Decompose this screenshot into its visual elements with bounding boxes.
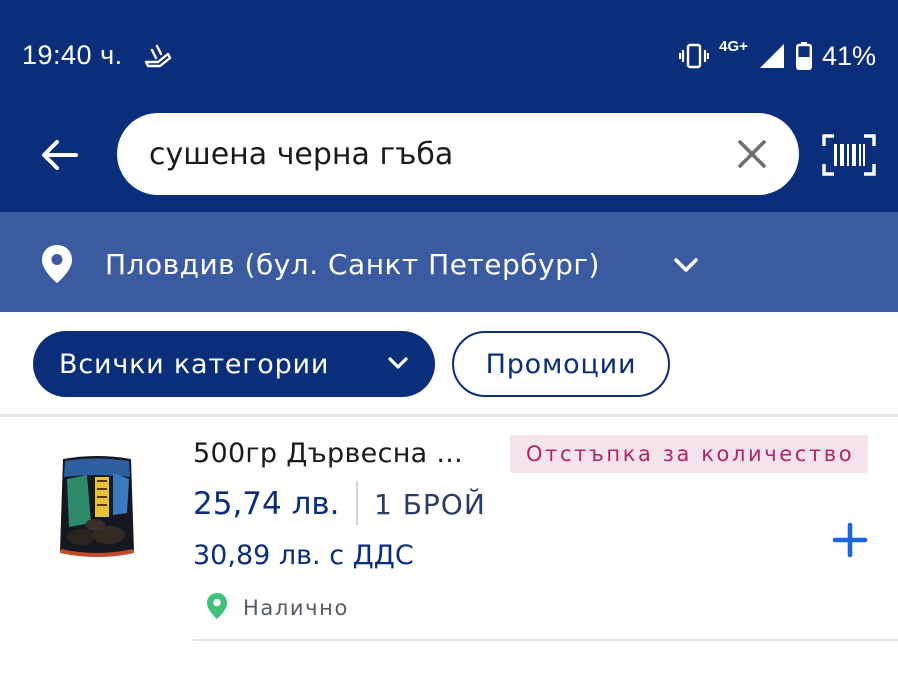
product-price-with-vat: 30,89 лв. с ДДС bbox=[193, 540, 414, 571]
availability-status: Налично bbox=[243, 596, 349, 620]
add-to-cart-button[interactable] bbox=[828, 518, 872, 562]
status-bar: 19:40 ч. 4G+ 41% bbox=[0, 0, 898, 110]
plus-icon bbox=[832, 522, 868, 558]
product-price: 25,74 лв. bbox=[193, 486, 340, 522]
arrow-left-icon bbox=[42, 140, 78, 170]
promotions-label: Промоции bbox=[485, 348, 637, 380]
quantity-discount-badge: Отстъпка за количество bbox=[510, 435, 869, 473]
signal-icon bbox=[759, 44, 784, 68]
store-location-bar[interactable]: Пловдив (бул. Санкт Петербург) bbox=[0, 212, 898, 312]
battery-icon bbox=[795, 42, 812, 70]
product-unit: 1 БРОЙ bbox=[374, 488, 486, 521]
product-name[interactable]: 500гр Дървесна ... bbox=[193, 438, 463, 469]
store-location-label: Пловдив (бул. Санкт Петербург) bbox=[105, 248, 600, 281]
battery-percent: 41% bbox=[821, 40, 876, 71]
chevron-down-icon bbox=[674, 258, 698, 272]
price-separator bbox=[356, 481, 358, 525]
vibrate-icon bbox=[679, 43, 710, 69]
running-app-icon bbox=[144, 44, 172, 68]
top-app-bar: 19:40 ч. 4G+ 41% bbox=[0, 0, 898, 212]
divider bbox=[193, 639, 898, 641]
status-right-group: 4G+ 41% bbox=[679, 36, 876, 76]
all-categories-dropdown[interactable]: Всички категории bbox=[33, 331, 435, 397]
chevron-down-icon bbox=[388, 357, 408, 369]
map-pin-icon bbox=[42, 245, 72, 283]
product-image[interactable] bbox=[57, 453, 137, 561]
back-button[interactable] bbox=[36, 132, 82, 178]
promotions-filter-chip[interactable]: Промоции bbox=[452, 331, 670, 397]
close-icon bbox=[738, 140, 766, 168]
network-type: 4G+ bbox=[719, 37, 748, 55]
barcode-scan-icon[interactable] bbox=[822, 134, 876, 176]
availability-pin-icon bbox=[207, 593, 227, 619]
search-box[interactable] bbox=[117, 113, 799, 195]
all-categories-label: Всички категории bbox=[59, 348, 330, 380]
search-input[interactable] bbox=[149, 133, 719, 175]
status-time: 19:40 ч. bbox=[22, 40, 123, 70]
clear-search-button[interactable] bbox=[733, 135, 771, 173]
